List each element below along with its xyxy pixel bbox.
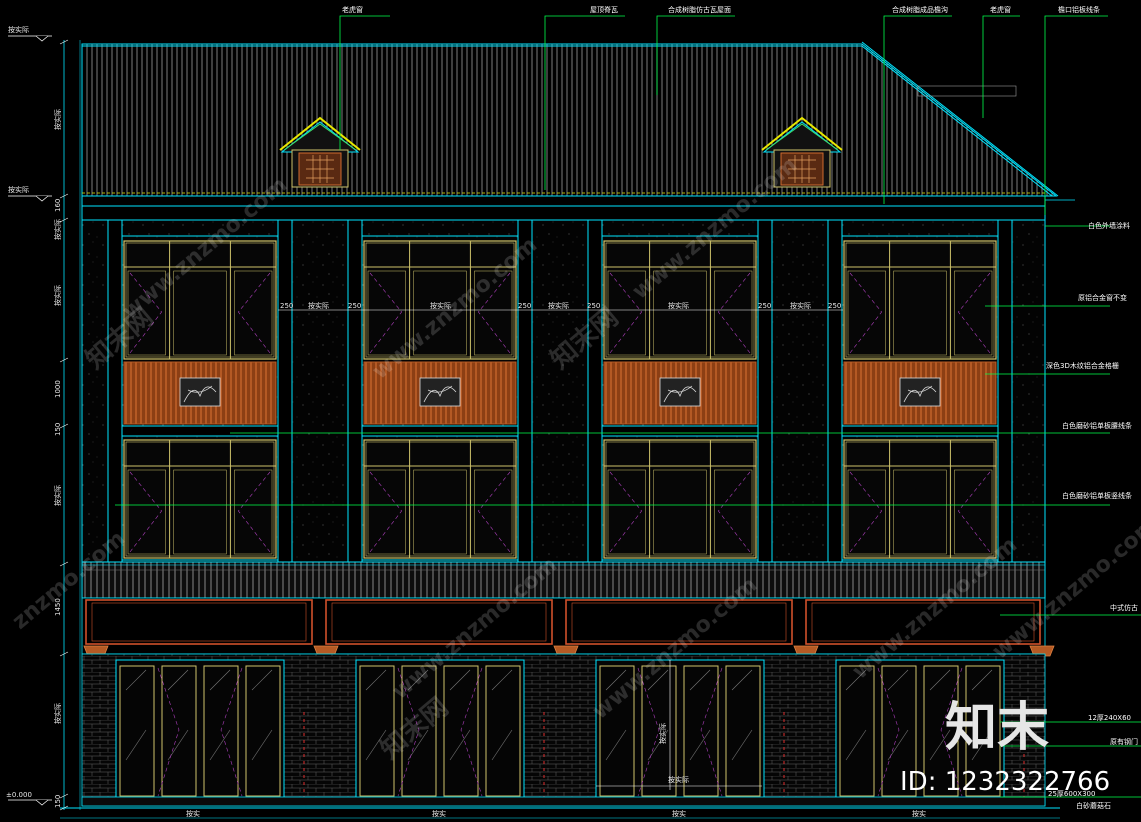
dim-floor-2: 按实际 xyxy=(53,485,62,506)
dim-250-b: 250 xyxy=(348,302,361,310)
label-line-b: 白色磨砂铝单板竖线条 xyxy=(1062,491,1132,500)
label-window-alloy: 原铝合金窗不变 xyxy=(1078,293,1127,302)
dim-verify-a: 按实际 xyxy=(308,301,329,310)
label-decor: 中式仿古 xyxy=(1110,603,1138,612)
dim-door-width: 按实际 xyxy=(668,775,689,784)
window-frame xyxy=(843,240,997,360)
dim-eave: 按实际 xyxy=(53,219,62,240)
dim-floor-3: 按实际 xyxy=(53,285,62,306)
label-rail-wood: 深色3D木纹铝合金格栅 xyxy=(1046,361,1119,370)
dim-bottom-2: 按实 xyxy=(432,809,446,818)
pilaster xyxy=(997,219,1013,563)
label-tiger-window-2: 老虎窗 xyxy=(990,5,1011,14)
dim-250-c: 250 xyxy=(518,302,531,310)
dim-bottom-3: 按实 xyxy=(672,809,686,818)
window-bay xyxy=(601,235,759,561)
pilaster xyxy=(757,219,773,563)
dim-1000: 1000 xyxy=(54,380,62,398)
dim-160: 160 xyxy=(54,199,62,212)
window-frame xyxy=(123,439,277,559)
dim-door-height: 按实际 xyxy=(658,723,667,744)
pilaster xyxy=(347,219,363,563)
storefront-door xyxy=(355,659,545,801)
level-eave-label: 按实际 xyxy=(8,185,29,194)
level-zero-label: ±0.000 xyxy=(6,791,32,799)
label-wall-paint: 白色外墙涂料 xyxy=(1088,221,1130,230)
label-gutter: 合成树脂成品檐沟 xyxy=(892,5,948,14)
label-line-a: 白色磨砂铝单板腰线条 xyxy=(1062,421,1132,430)
tile-band xyxy=(81,561,1046,599)
pilaster xyxy=(827,219,843,563)
level-top-label: 按实际 xyxy=(8,25,29,34)
dim-250-f: 250 xyxy=(828,302,841,310)
window-frame xyxy=(363,439,517,559)
dim-250-a: 250 xyxy=(280,302,293,310)
dim-verify-e: 按实际 xyxy=(790,301,811,310)
window-frame xyxy=(363,240,517,360)
roof xyxy=(81,41,1059,197)
brand-id: ID: 1232322766 xyxy=(900,767,1110,797)
dim-floor-1: 按实际 xyxy=(53,703,62,724)
sill-band xyxy=(601,425,759,437)
sill-band xyxy=(361,425,519,437)
brand-logo: 知末 xyxy=(945,698,1049,758)
label-ridge-tile: 屋顶脊瓦 xyxy=(590,5,618,14)
left-dimensions: 按实际 按实际 ±0.000 按实际 160 按实际 按实际 1000 150 … xyxy=(6,25,81,811)
label-eave-line: 檐口铝板线条 xyxy=(1058,5,1100,14)
wood-railing xyxy=(123,361,277,425)
pilaster xyxy=(517,219,533,563)
wood-railing xyxy=(843,361,997,425)
sill-band xyxy=(121,425,279,437)
label-tiger-window: 老虎窗 xyxy=(342,5,363,14)
dim-bottom-1: 按实 xyxy=(186,809,200,818)
upper-wall xyxy=(81,219,1046,563)
dim-250-e: 250 xyxy=(758,302,771,310)
window-bay xyxy=(841,235,999,561)
pilaster xyxy=(587,219,603,563)
label-roof-tile: 合成树脂仿古瓦屋面 xyxy=(668,5,731,14)
wood-railing xyxy=(603,361,757,425)
pilaster xyxy=(107,219,123,563)
label-brick: 12厚240X60 xyxy=(1088,714,1131,722)
storefront-door xyxy=(115,659,305,801)
pilaster xyxy=(277,219,293,563)
dim-150-base: 150 xyxy=(54,795,62,808)
dim-bottom-4: 按实 xyxy=(912,809,926,818)
window-frame xyxy=(603,439,757,559)
label-door: 原有钢门 xyxy=(1110,737,1138,746)
dim-roof: 按实际 xyxy=(53,109,62,130)
dim-verify-d: 按实际 xyxy=(668,301,689,310)
elevation-drawing: 按实际 按实际 ±0.000 按实际 160 按实际 按实际 1000 150 … xyxy=(6,5,1141,819)
sill-band xyxy=(841,425,999,437)
dim-150-upper: 150 xyxy=(54,423,62,436)
dim-verify-c: 按实际 xyxy=(548,301,569,310)
window-frame xyxy=(843,439,997,559)
label-base-2: 白砂蘑菇石 xyxy=(1076,801,1111,810)
